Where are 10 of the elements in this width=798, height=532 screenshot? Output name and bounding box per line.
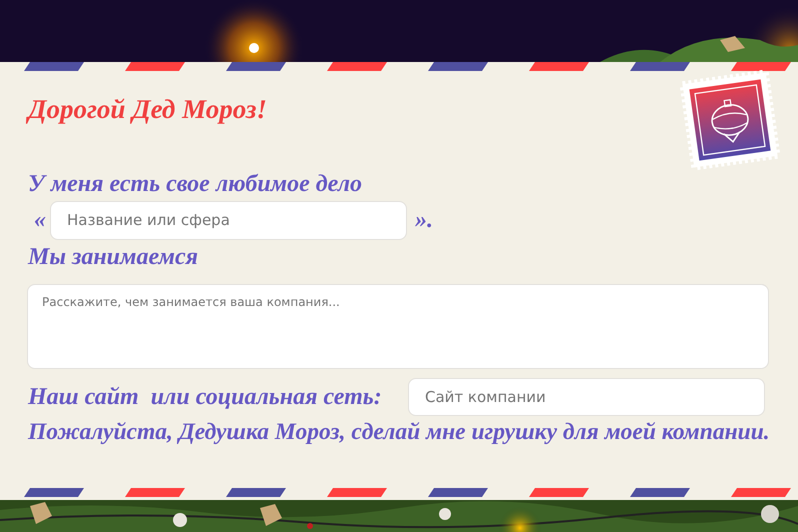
description-textarea[interactable]: Расскажите, чем занимается ваша компания... — [27, 284, 769, 368]
name-input[interactable]: Название или сфера — [50, 201, 407, 240]
letter-text: У меня есть свое любимое дело — [28, 170, 362, 199]
site-label: Наш сайт или социальная сеть: — [28, 382, 383, 412]
closing-text: Пожалуйста, Дедушка Мороз, сделай мне игрушку для моей компании. — [28, 418, 770, 447]
quote-mark: ». — [415, 206, 433, 236]
site-input[interactable]: Сайт компании — [408, 378, 765, 416]
greeting-heading: Дорогой Дед Мороз! — [28, 94, 267, 124]
letter-text: Мы занимаемся — [28, 242, 198, 272]
quote-mark: « — [34, 206, 46, 236]
